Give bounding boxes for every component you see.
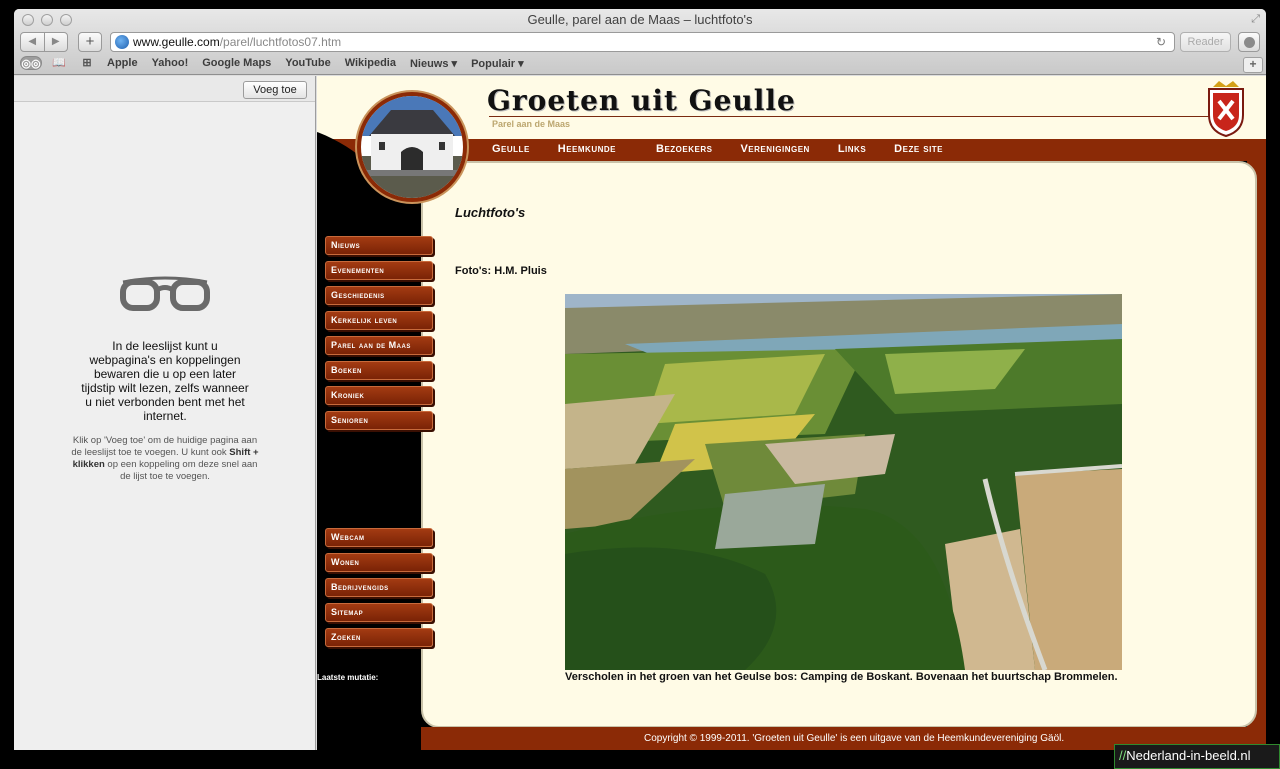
nav-evenementen[interactable]: Evenementen bbox=[325, 261, 433, 280]
browser-chrome: Geulle, parel aan de Maas – luchtfoto's … bbox=[14, 9, 1266, 75]
bookmark-list: Apple Yahoo! Google Maps YouTube Wikiped… bbox=[107, 57, 524, 70]
new-tab-button[interactable]: + bbox=[1243, 57, 1263, 73]
nav-geulle[interactable]: Geulle bbox=[492, 143, 530, 155]
castle-image bbox=[361, 96, 463, 198]
nav-boeken[interactable]: Boeken bbox=[325, 361, 433, 380]
bookmark-wikipedia[interactable]: Wikipedia bbox=[345, 57, 396, 70]
site-title[interactable]: Groeten uit Geulle bbox=[487, 84, 796, 117]
voeg-toe-button[interactable]: Voeg toe bbox=[243, 81, 307, 99]
back-button[interactable]: ◀ bbox=[21, 33, 44, 51]
aerial-image bbox=[565, 294, 1122, 670]
photo-caption: Verscholen in het groen van het Geulse b… bbox=[565, 671, 1118, 683]
nav-deze-site[interactable]: Deze site bbox=[894, 143, 943, 155]
nav-senioren[interactable]: Senioren bbox=[325, 411, 433, 430]
nav-geschiedenis[interactable]: Geschiedenis bbox=[325, 286, 433, 305]
web-content: Groeten uit Geulle Parel aan de Maas Geu… bbox=[317, 76, 1266, 750]
address-bar[interactable]: www.geulle.com/parel/luchtfotos07.htm ↻ bbox=[110, 32, 1175, 52]
browser-window: Geulle, parel aan de Maas – luchtfoto's … bbox=[14, 9, 1266, 750]
nav-kroniek[interactable]: Kroniek bbox=[325, 386, 433, 405]
bookmarks-bar: ◎◎ 📖 ⊞ Apple Yahoo! Google Maps YouTube … bbox=[20, 55, 1263, 73]
url-path: /parel/luchtfotos07.htm bbox=[219, 35, 342, 49]
url-host: www.geulle.com bbox=[133, 35, 220, 49]
forward-button[interactable]: ▶ bbox=[43, 33, 68, 51]
bookmark-google-maps[interactable]: Google Maps bbox=[202, 57, 271, 70]
nav-kerkelijk-leven[interactable]: Kerkelijk leven bbox=[325, 311, 433, 330]
bookmarks-book-icon[interactable]: 📖 bbox=[48, 56, 70, 70]
back-forward-buttons: ◀ ▶ bbox=[20, 32, 68, 52]
coat-of-arms-icon bbox=[1208, 81, 1244, 137]
castle-photo bbox=[357, 92, 467, 202]
reload-icon[interactable]: ↻ bbox=[1156, 33, 1166, 51]
nav-sitemap[interactable]: Sitemap bbox=[325, 603, 433, 622]
footer-copyright: Copyright © 1999-2011. 'Groeten uit Geul… bbox=[644, 733, 1065, 744]
bookmark-youtube[interactable]: YouTube bbox=[285, 57, 330, 70]
reading-list-description: In de leeslijst kunt u webpagina's en ko… bbox=[81, 339, 249, 423]
left-navigation-bottom: Webcam Wonen Bedrijvengids Sitemap Zoeke… bbox=[325, 528, 433, 653]
globe-icon bbox=[115, 35, 129, 49]
hint-part-2: op een koppeling om deze snel aan de lij… bbox=[104, 459, 258, 482]
bookmark-yahoo[interactable]: Yahoo! bbox=[152, 57, 189, 70]
nav-bezoekers[interactable]: Bezoekers bbox=[656, 143, 712, 155]
title-divider bbox=[489, 116, 1209, 117]
bookmark-icons: ◎◎ 📖 ⊞ bbox=[20, 56, 98, 70]
bookmark-populair-menu[interactable]: Populair ▾ bbox=[471, 57, 524, 70]
reader-button[interactable]: Reader bbox=[1180, 32, 1231, 52]
nav-wonen[interactable]: Wonen bbox=[325, 553, 433, 572]
watermark-text: Nederland-in-beeld.nl bbox=[1126, 748, 1251, 763]
nav-links[interactable]: Links bbox=[838, 143, 866, 155]
glasses-icon bbox=[120, 276, 210, 311]
window-title: Geulle, parel aan de Maas – luchtfoto's bbox=[527, 12, 753, 27]
nav-zoeken[interactable]: Zoeken bbox=[325, 628, 433, 647]
watermark: //Nederland-in-beeld.nl bbox=[1114, 744, 1280, 769]
reading-list-icon[interactable]: ◎◎ bbox=[20, 56, 42, 70]
photo-credit: Foto's: H.M. Pluis bbox=[455, 265, 547, 277]
laatste-mutatie: Laatste mutatie: bbox=[317, 673, 379, 682]
nav-parel-aan-de-maas[interactable]: Parel aan de Maas bbox=[325, 336, 433, 355]
bookmark-nieuws-menu[interactable]: Nieuws ▾ bbox=[410, 57, 457, 70]
toolbar: ◀ ▶ + www.geulle.com/parel/luchtfotos07.… bbox=[20, 31, 1260, 53]
top-navigation: Geulle Heemkunde Bezoekers Verenigingen … bbox=[492, 143, 971, 155]
nav-heemkunde[interactable]: Heemkunde bbox=[558, 143, 616, 155]
nav-bedrijvengids[interactable]: Bedrijvengids bbox=[325, 578, 433, 597]
left-navigation: Nieuws Evenementen Geschiedenis Kerkelij… bbox=[325, 236, 433, 436]
fullscreen-icon[interactable]: ⤢ bbox=[1251, 13, 1260, 26]
downloads-button[interactable] bbox=[1238, 32, 1260, 52]
site-subtitle: Parel aan de Maas bbox=[492, 119, 571, 129]
add-bookmark-button[interactable]: + bbox=[78, 32, 102, 52]
page-heading: Luchtfoto's bbox=[455, 205, 526, 220]
aerial-photo bbox=[565, 294, 1122, 670]
reading-list-hint: Klik op 'Voeg toe' om de huidige pagina … bbox=[70, 435, 260, 483]
nav-nieuws[interactable]: Nieuws bbox=[325, 236, 433, 255]
top-sites-grid-icon[interactable]: ⊞ bbox=[76, 56, 98, 70]
nav-webcam[interactable]: Webcam bbox=[325, 528, 433, 547]
reading-list-sidebar: Voeg toe In de leeslijst kunt u webpagin… bbox=[14, 76, 316, 750]
download-icon bbox=[1244, 37, 1255, 48]
bookmark-apple[interactable]: Apple bbox=[107, 57, 138, 70]
nav-verenigingen[interactable]: Verenigingen bbox=[740, 143, 809, 155]
